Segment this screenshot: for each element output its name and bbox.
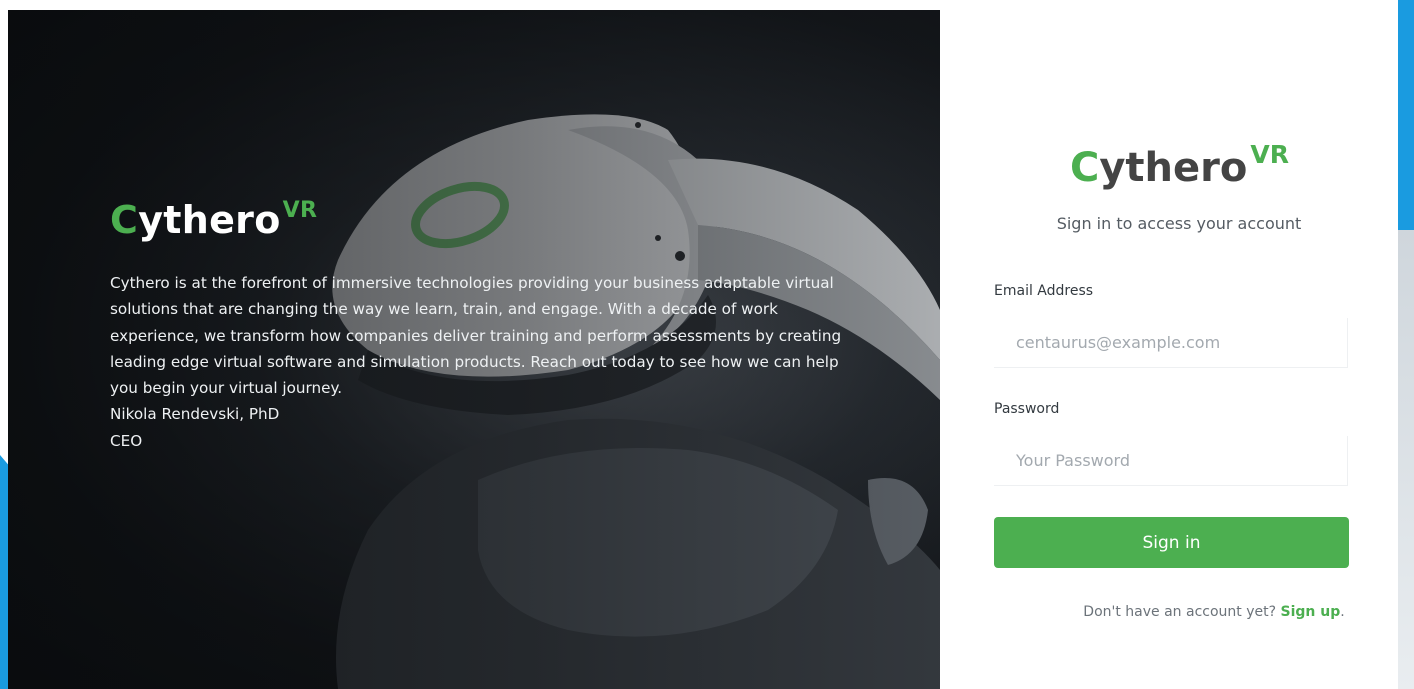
login-logo: Cythero VR: [1070, 140, 1289, 191]
login-subtitle: Sign in to access your account: [1056, 214, 1302, 233]
hero-section: CytheroVR Cythero is at the forefront of…: [8, 10, 940, 689]
login-logo-initial: C: [1070, 145, 1100, 191]
login-logo-sup: VR: [1250, 140, 1289, 169]
hero-logo-text: ythero: [138, 198, 281, 242]
login-logo-text: ythero: [1099, 145, 1248, 191]
signup-prompt: Don't have an account yet? Sign up.: [940, 604, 1398, 620]
email-label: Email Address: [994, 283, 1094, 299]
signup-suffix: .: [1340, 604, 1345, 620]
hero-paragraph: Cythero is at the forefront of immersive…: [110, 274, 842, 398]
signature-name: Nikola Rendevski, PhD: [110, 405, 280, 424]
login-panel: Cythero VR Sign in to access your account…: [940, 0, 1398, 689]
email-field[interactable]: [994, 318, 1348, 368]
hero-description: Cythero is at the forefront of immersive…: [110, 270, 870, 454]
hero-logo: CytheroVR: [110, 198, 317, 242]
hero-logo-sup: VR: [282, 198, 318, 223]
hero-logo-initial: C: [110, 198, 139, 242]
frame-decoration-right-edge: [1398, 230, 1414, 689]
signup-prompt-text: Don't have an account yet?: [1083, 604, 1277, 620]
sign-up-link[interactable]: Sign up: [1281, 604, 1341, 620]
password-label: Password: [994, 401, 1060, 417]
password-field[interactable]: [994, 436, 1348, 486]
signature-title: CEO: [110, 431, 143, 450]
sign-in-button[interactable]: Sign in: [994, 517, 1349, 568]
